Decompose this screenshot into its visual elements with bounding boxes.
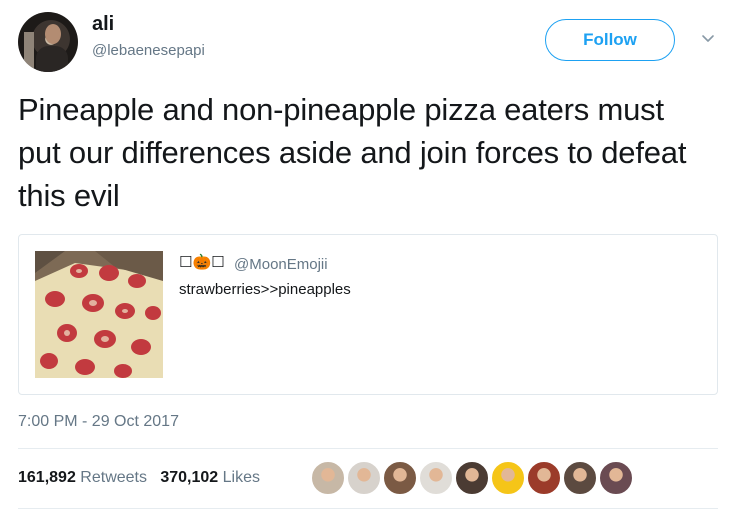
retweets-label: Retweets — [80, 469, 147, 486]
liker-avatar-6[interactable] — [490, 460, 526, 496]
author-display-name[interactable]: ali — [92, 13, 114, 36]
likes-count: 370,102 — [160, 469, 219, 486]
quoted-display-name[interactable]: ☐🎃☐ — [179, 253, 225, 271]
retweets-stat[interactable]: 161,892 Retweets — [18, 469, 147, 486]
liker-avatar-4[interactable] — [418, 460, 454, 496]
engagement-stats: 161,892 Retweets 370,102 Likes — [18, 469, 260, 487]
quoted-tweet-text: strawberries>>pineapples — [179, 281, 351, 298]
liker-avatar-5[interactable] — [454, 460, 490, 496]
author-avatar[interactable] — [18, 12, 78, 72]
chevron-down-icon[interactable] — [700, 32, 716, 46]
avatar-face — [45, 24, 61, 44]
liker-avatar-1[interactable] — [310, 460, 346, 496]
likes-label: Likes — [222, 469, 260, 486]
quoted-tweet-image[interactable] — [35, 251, 163, 378]
quoted-handle[interactable]: @MoonEmojii — [234, 256, 328, 273]
divider — [18, 448, 718, 449]
author-handle[interactable]: @lebaenesepapi — [92, 42, 205, 59]
tweet-text: Pineapple and non-pineapple pizza eaters… — [18, 92, 687, 213]
liker-avatar-2[interactable] — [346, 460, 382, 496]
avatar-body — [36, 46, 68, 72]
follow-button[interactable]: Follow — [545, 19, 675, 61]
liker-avatar-7[interactable] — [526, 460, 562, 496]
likes-stat[interactable]: 370,102 Likes — [160, 469, 260, 486]
liker-avatar-3[interactable] — [382, 460, 418, 496]
avatar-background — [24, 32, 34, 72]
liker-avatar-8[interactable] — [562, 460, 598, 496]
pizza-photo — [35, 251, 163, 378]
divider — [18, 508, 718, 509]
retweets-count: 161,892 — [18, 469, 76, 486]
quoted-tweet-card[interactable]: ☐🎃☐ @MoonEmojii strawberries>>pineapples — [18, 234, 718, 395]
tweet-timestamp[interactable]: 7:00 PM - 29 Oct 2017 — [18, 413, 179, 431]
liker-avatar-9[interactable] — [598, 460, 634, 496]
